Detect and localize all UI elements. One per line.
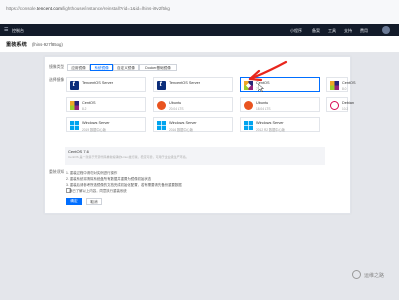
topnav-filing[interactable]: 备案 [312,28,320,34]
os-card-windows-2019[interactable]: Windows Server 2019 数据中心版 [66,117,146,132]
os-image-label: 选择镜像 [49,78,65,82]
url-text[interactable]: https://console.tencent.com/lighthouse/i… [6,6,170,11]
tab-system-image[interactable]: 系统镜像 [90,64,113,71]
cancel-button[interactable]: 取消 [86,198,102,205]
debian-logo-icon [330,101,339,110]
os-card-debian[interactable]: Debian 10.2 [326,97,354,112]
windows-logo-icon [244,121,253,130]
note-1: 1. 重装过程中请勿对实例进行操作 [66,171,118,175]
os-card-name: Ubuntu [256,100,269,105]
tab-docker-image[interactable]: Docker基础镜像 [139,64,177,71]
os-card-version: 2012 R2 数据中心版 [256,127,285,132]
os-card-name: TencentOS Server [169,80,201,85]
instance-id: (lhins-9z7f85og) [32,41,63,47]
os-card-windows-2012[interactable]: Windows Server 2012 R2 数据中心版 [240,117,320,132]
watermark-text: 运维之路 [364,273,385,279]
os-card-name: Windows Server [169,120,197,125]
os-card-tencentos-2[interactable]: t TencentOS Server [153,77,233,92]
reinstall-panel: 镜像类型 应用镜像 系统镜像 自定义镜像 Docker基础镜像 选择镜像 t T… [44,56,356,214]
os-card-ubuntu-18[interactable]: Ubuntu 18.04 LTS [240,97,320,112]
os-card-version: 2016 数据中心版 [169,127,193,132]
annotation-arrow-icon [248,60,288,82]
os-card-tencentos-1[interactable]: t TencentOS Server [66,77,146,92]
os-card-centos-8-2[interactable]: CentOS 8.2 [66,97,146,112]
tab-custom-image[interactable]: 自定义镜像 [113,64,139,71]
centos-logo-icon [330,81,339,90]
avatar[interactable] [382,25,390,34]
os-card-name: Windows Server [256,120,284,125]
os-card-name: Debian [342,100,355,105]
os-card-version: 20.04 LTS [169,106,184,111]
image-type-label: 镜像类型 [49,65,65,69]
os-card-name: Windows Server [82,120,110,125]
os-card-ubuntu-20[interactable]: Ubuntu 20.04 LTS [153,97,233,112]
console-top-nav: ☰ 控制台 小程序 备案 工具 支持 费用 [0,24,399,36]
topnav-billing[interactable]: 费用 [360,28,368,34]
os-card-version: 2019 数据中心版 [82,127,106,132]
selected-image-text: CentOS 是一款基于开源代码重新编译的Linux发行版，稳定可靠，可用于企业… [68,155,189,159]
topnav-support[interactable]: 支持 [344,28,352,34]
os-card-version: 8.2 [82,106,87,111]
ubuntu-logo-icon [157,101,166,110]
agree-text: 我已了解以上内容，同意执行重装系统 [69,189,127,193]
note-2: 2. 重装系统将清除系统盘所有数据并重置为镜像初始状态 [66,177,152,181]
selected-image-description: CentOS 7.6 CentOS 是一款基于开源代码重新编译的Linux发行版… [65,147,325,165]
confirm-button[interactable]: 确定 [66,198,82,205]
os-card-centos-8-0[interactable]: CentOS 8.0 [326,77,356,92]
tencent-logo-icon: t [157,81,166,90]
os-card-version: 18.04 LTS [256,106,271,111]
note-3: 3. 重装后请参考所选镜像的文档完成初始化配置，若有需要请先备份重要数据 [66,183,182,187]
os-card-version: 8.0 [342,86,347,91]
page-header: 重装系统 (lhins-9z7f85og) [0,36,399,53]
menu-icon[interactable]: ☰ [4,27,8,33]
browser-url-bar[interactable]: https://console.tencent.com/lighthouse/i… [0,0,399,25]
windows-logo-icon [157,121,166,130]
os-card-version: 10.2 [342,106,349,111]
console-home-link[interactable]: 控制台 [12,28,24,34]
page-title: 重装系统 [6,42,27,48]
windows-logo-icon [70,121,79,130]
centos-logo-icon [70,101,79,110]
wechat-logo-icon [352,270,361,279]
os-card-name: CentOS [82,100,96,105]
ubuntu-logo-icon [244,101,253,110]
notes-label: 重装须知 [49,170,65,174]
mouse-cursor-icon [258,84,264,92]
os-card-windows-2016[interactable]: Windows Server 2016 数据中心版 [153,117,233,132]
selected-image-title: CentOS 7.6 [68,149,89,154]
tencent-logo-icon: t [70,81,79,90]
os-card-name: TencentOS Server [82,80,114,85]
topnav-tools[interactable]: 工具 [328,28,336,34]
os-card-name: Ubuntu [169,100,182,105]
os-card-name: CentOS [342,80,356,85]
tab-app-image[interactable]: 应用镜像 [67,64,90,71]
topnav-mini-program[interactable]: 小程序 [290,28,302,34]
